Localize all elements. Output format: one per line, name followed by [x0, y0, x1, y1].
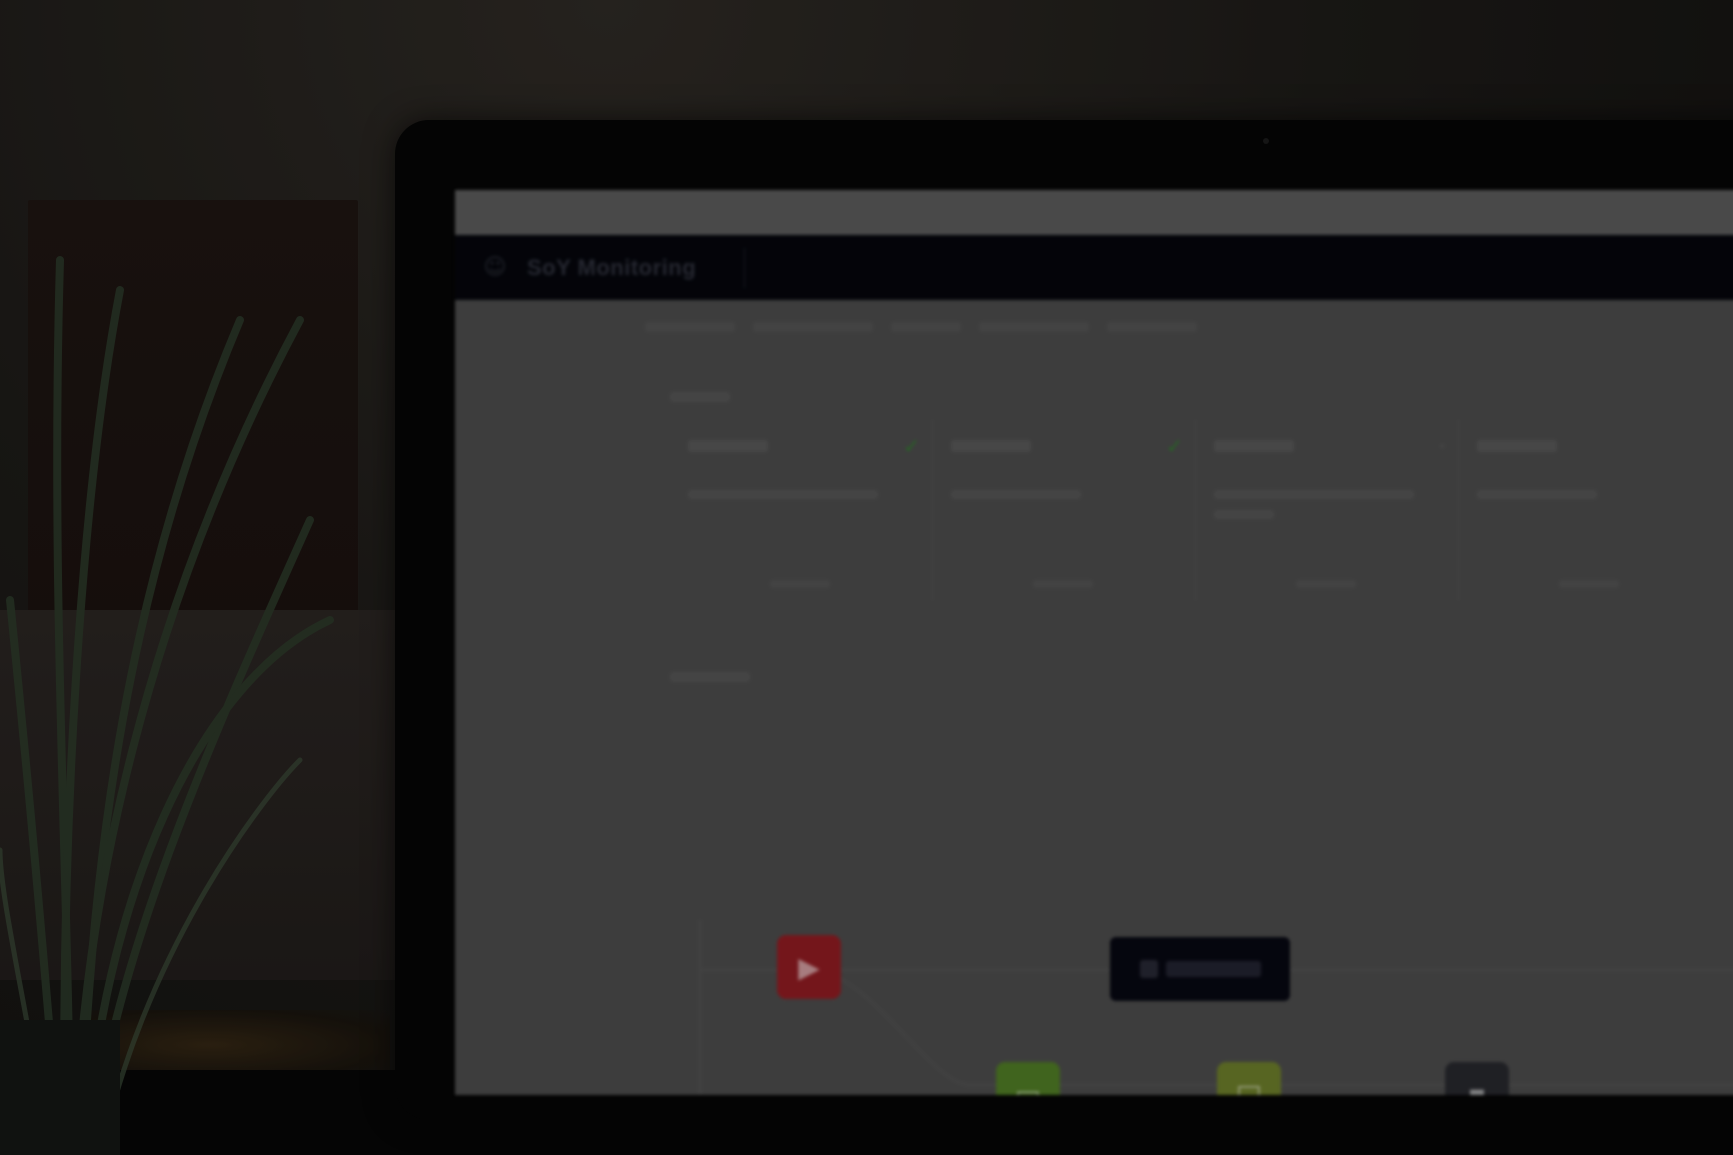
monitor-screen: ☺ SoY Monitoring ✓ ✓ · ▶ ▭ □ ▪	[455, 190, 1733, 1095]
header-divider	[744, 247, 746, 288]
browser-toolbar	[455, 190, 1733, 235]
square-icon: □	[1235, 1077, 1263, 1096]
play-icon: ▶	[798, 950, 820, 984]
app-header: ☺ SoY Monitoring	[455, 235, 1733, 300]
card-title	[688, 440, 768, 452]
photo-scene: ☺ SoY Monitoring ✓ ✓ · ▶ ▭ □ ▪	[0, 0, 1733, 1155]
square-node[interactable]: □	[1217, 1062, 1281, 1095]
card-title	[1214, 440, 1294, 452]
check-icon: ✓	[903, 434, 920, 458]
status-cards: ✓ ✓ ·	[670, 420, 1733, 600]
status-card[interactable]: ✓	[670, 420, 933, 600]
houseplant	[0, 256, 334, 1155]
app-logo-icon[interactable]: ☺	[473, 246, 517, 290]
card-text	[951, 490, 1081, 499]
plant-leaf	[86, 516, 314, 1155]
section-heading-status	[670, 392, 730, 402]
pause-node[interactable]: ▪	[1445, 1062, 1509, 1095]
check-icon: ✓	[1166, 434, 1183, 458]
app-title: SoY Monitoring	[527, 254, 697, 280]
card-footer	[1296, 580, 1356, 588]
box-icon: ▭	[1014, 1077, 1042, 1096]
section-heading-flow	[670, 672, 750, 682]
card-title	[1477, 440, 1557, 452]
card-text	[688, 490, 878, 499]
pipeline-connectors	[699, 920, 1733, 1095]
card-title	[951, 440, 1031, 452]
status-card[interactable]: ✓	[933, 420, 1196, 600]
card-footer	[1033, 580, 1093, 588]
plant-pot	[0, 1020, 120, 1155]
pipeline-diagram: ▶ ▭ □ ▪	[670, 740, 1733, 1095]
play-node[interactable]: ▶	[777, 935, 841, 999]
app-content: ✓ ✓ · ▶ ▭ □ ▪	[455, 300, 1733, 1095]
service-icon	[1139, 960, 1158, 978]
status-card[interactable]: ·	[1196, 420, 1459, 600]
central-service-node[interactable]	[1110, 937, 1290, 1001]
card-footer	[770, 580, 830, 588]
webcam	[1263, 138, 1269, 144]
monitor: ☺ SoY Monitoring ✓ ✓ · ▶ ▭ □ ▪	[395, 120, 1733, 1120]
card-text	[1214, 510, 1274, 519]
breadcrumb	[645, 322, 1345, 336]
card-text	[1214, 490, 1414, 499]
pause-icon: ▪	[1467, 1077, 1487, 1096]
card-text	[1477, 490, 1597, 499]
info-icon: ·	[1438, 434, 1446, 458]
status-card[interactable]	[1459, 420, 1721, 600]
service-label	[1165, 961, 1261, 977]
card-footer	[1559, 580, 1619, 588]
box-node[interactable]: ▭	[996, 1062, 1060, 1095]
